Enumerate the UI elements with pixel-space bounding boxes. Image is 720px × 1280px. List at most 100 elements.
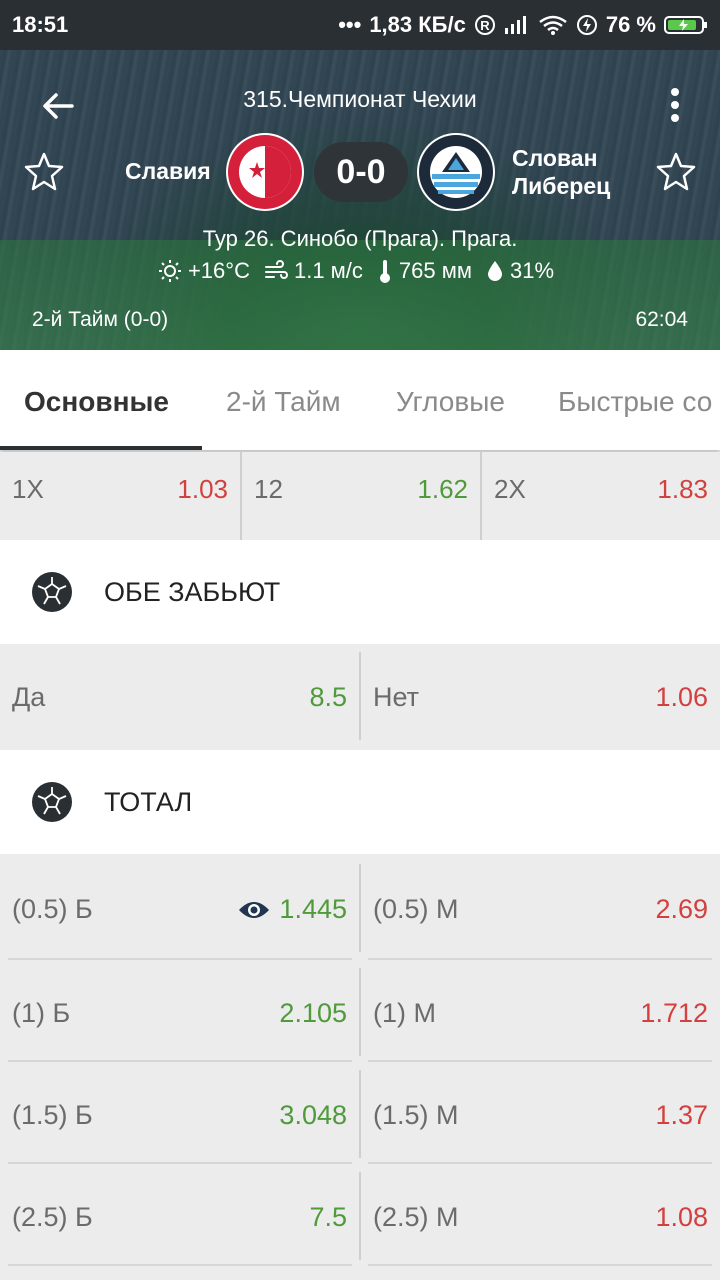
odd-value: 1.445 xyxy=(279,894,347,924)
status-time: 18:51 xyxy=(12,12,69,37)
tab-fast-events[interactable]: Быстрые со xyxy=(558,386,712,418)
odd-label: (1.5) М xyxy=(373,1100,459,1130)
weather-row: +16°C 1.1 м/с 765 мм 31% xyxy=(0,258,720,284)
odd-value: 2.105 xyxy=(279,998,347,1028)
more-vert-icon[interactable] xyxy=(670,88,680,124)
home-team-name: Славия xyxy=(125,158,211,184)
odd-cell-over[interactable]: (1.5) Б 3.048 xyxy=(0,1062,359,1166)
total-row: (1) Б 2.105 (1) М 1.712 xyxy=(0,960,720,1064)
odd-label: Нет xyxy=(373,682,419,712)
section-total: ТОТАЛ xyxy=(0,750,720,854)
status-right: ••• 1,83 КБ/с R 76 % xyxy=(338,12,708,38)
wifi-icon xyxy=(539,15,567,35)
active-tab-indicator xyxy=(0,446,202,450)
weather-wind: 1.1 м/с xyxy=(264,258,363,284)
row-separator xyxy=(8,1264,352,1266)
total-row: (2.5) Б 7.5 (2.5) М 1.08 xyxy=(0,1164,720,1268)
venue-info: Тур 26. Синобо (Прага). Прага. xyxy=(202,226,518,251)
away-team-line2: Либерец xyxy=(512,173,611,199)
svg-text:R: R xyxy=(480,18,490,33)
odd-value: 3.048 xyxy=(279,1100,347,1130)
humidity-value: 31% xyxy=(509,258,555,283)
double-chance-row: 1X 1.03 12 1.62 2X 1.83 xyxy=(0,452,720,540)
away-favorite-star-icon[interactable] xyxy=(654,150,698,194)
odd-label: Да xyxy=(12,682,46,712)
market-tabs: Основные 2-й Тайм Угловые Быстрые со xyxy=(0,350,720,450)
thermometer-icon xyxy=(379,260,390,283)
section-title: ОБЕ ЗАБЬЮТ xyxy=(104,577,281,607)
soccer-ball-icon xyxy=(32,782,72,822)
odd-cell-12[interactable]: 12 1.62 xyxy=(242,452,480,540)
wind-value: 1.1 м/с xyxy=(293,258,363,283)
sun-icon xyxy=(158,260,181,282)
odd-label: 12 xyxy=(254,474,283,504)
weather-pressure: 765 мм xyxy=(377,258,472,284)
odd-cell-under[interactable]: (0.5) М 2.69 xyxy=(361,856,720,960)
league-title: 315.Чемпионат Чехии xyxy=(243,86,477,112)
soccer-ball-icon xyxy=(32,572,72,612)
odd-value: 1.03 xyxy=(177,474,228,504)
odd-label: (2.5) Б xyxy=(12,1202,93,1232)
odd-cell-under[interactable]: (2.5) М 1.08 xyxy=(361,1164,720,1268)
weather-temperature: +16°C xyxy=(158,258,250,284)
tab-corners[interactable]: Угловые xyxy=(396,386,505,418)
signal-icon xyxy=(504,16,526,34)
odd-label: 2X xyxy=(494,474,526,504)
odd-label: (0.5) М xyxy=(373,894,459,924)
odd-value: 1.712 xyxy=(640,998,708,1028)
odd-value: 1.83 xyxy=(657,474,708,504)
odd-value: 1.06 xyxy=(655,682,708,712)
pitch-background xyxy=(0,240,720,350)
temperature-value: +16°C xyxy=(187,258,250,283)
slavia-logo xyxy=(226,133,304,211)
home-favorite-star-icon[interactable] xyxy=(22,150,66,194)
roaming-icon: R xyxy=(474,15,495,35)
status-bar: 18:51 ••• 1,83 КБ/с R 76 % xyxy=(0,0,720,50)
odd-label: 1X xyxy=(12,474,44,504)
section-title: ТОТАЛ xyxy=(104,787,193,817)
total-row: (1.5) Б 3.048 (1.5) М 1.37 xyxy=(0,1062,720,1166)
odd-cell-under[interactable]: (1.5) М 1.37 xyxy=(361,1062,720,1166)
total-row: (0.5) Б 1.445 (0.5) М 2.69 xyxy=(0,856,720,960)
odd-value: 8.5 xyxy=(309,682,347,712)
match-clock: 62:04 xyxy=(635,308,688,331)
tab-second-half[interactable]: 2-й Тайм xyxy=(226,386,341,418)
odd-label: (1) М xyxy=(373,998,436,1028)
odd-cell-under[interactable]: (1) М 1.712 xyxy=(361,960,720,1064)
wind-icon xyxy=(264,260,288,279)
eye-icon[interactable] xyxy=(237,898,271,922)
odd-cell-over[interactable]: (2.5) Б 7.5 xyxy=(0,1164,359,1268)
section-both-score: ОБЕ ЗАБЬЮТ xyxy=(0,540,720,644)
odd-value: 2.69 xyxy=(655,894,708,924)
match-header: 315.Чемпионат Чехии Славия 0-0 Слован Ли… xyxy=(0,50,720,350)
drop-icon xyxy=(487,261,502,281)
odd-label: (1.5) Б xyxy=(12,1100,93,1130)
away-team-line1: Слован xyxy=(512,145,598,171)
odd-cell-no[interactable]: Нет 1.06 xyxy=(361,644,720,748)
match-period: 2-й Тайм (0-0) xyxy=(32,308,169,331)
odd-cell-over[interactable]: (0.5) Б 1.445 xyxy=(0,856,359,960)
odd-cell-over[interactable]: (1) Б 2.105 xyxy=(0,960,359,1064)
row-separator xyxy=(368,1264,712,1266)
weather-humidity: 31% xyxy=(486,258,554,284)
score: 0-0 xyxy=(314,142,408,202)
odd-value: 1.37 xyxy=(655,1100,708,1130)
odd-cell-1x[interactable]: 1X 1.03 xyxy=(0,452,240,540)
odd-value: 7.5 xyxy=(309,1202,347,1232)
odd-cell-2x[interactable]: 2X 1.83 xyxy=(482,452,720,540)
odd-label: (1) Б xyxy=(12,998,71,1028)
slovan-logo xyxy=(417,133,495,211)
both-score-row: Да 8.5 Нет 1.06 xyxy=(0,644,720,748)
more-dots: ••• xyxy=(338,12,362,37)
charging-icon xyxy=(576,15,597,35)
odd-value: 1.08 xyxy=(655,1202,708,1232)
battery-percent: 76 % xyxy=(605,12,656,37)
odd-label: (0.5) Б xyxy=(12,894,93,924)
network-speed: 1,83 КБ/с xyxy=(369,12,466,37)
tab-main[interactable]: Основные xyxy=(24,386,169,418)
odd-label: (2.5) М xyxy=(373,1202,459,1232)
pressure-value: 765 мм xyxy=(398,258,472,283)
away-team-name: Слован Либерец xyxy=(512,144,652,200)
odd-value: 1.62 xyxy=(417,474,468,504)
odd-cell-yes[interactable]: Да 8.5 xyxy=(0,644,359,748)
